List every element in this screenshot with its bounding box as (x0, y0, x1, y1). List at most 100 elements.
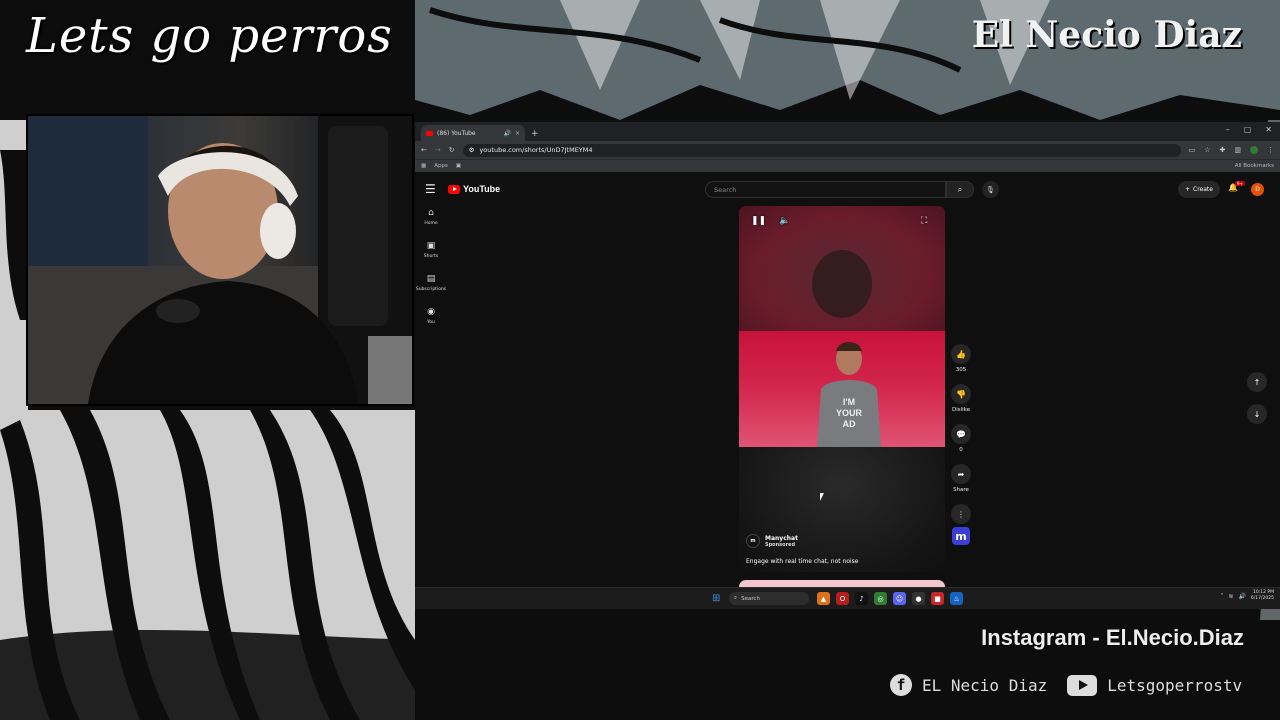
dislike-button[interactable]: 👎 (951, 384, 971, 404)
plus-icon: + (1185, 186, 1191, 193)
reload-icon[interactable]: ↻ (449, 146, 455, 154)
home-icon: ⌂ (428, 208, 434, 218)
overlay-social-links: f EL Necio Diaz Letsgoperrostv (890, 674, 1242, 696)
ad-description: Engage with real time chat, not noise (746, 558, 859, 565)
sidebar-item-label: Home (424, 221, 438, 226)
forward-icon[interactable]: → (435, 146, 441, 154)
sidebar-item-label: Subscriptions (415, 287, 447, 292)
taskbar-apps: ▲ O ♪ ◎ ☺ ● ■ ♨ (817, 592, 963, 605)
youtube-header: ☰ YouTube Search ⌕ 🎙 + Create 🔔 9+ D (415, 172, 1280, 208)
shorts-video-player[interactable]: I'M YOUR AD ❚❚ 🔈 ⛶ m Manychat Sponsored … (739, 206, 945, 572)
bookmark-star-icon[interactable]: ☆ (1204, 146, 1210, 154)
tab-title: (86) YouTube (437, 129, 476, 137)
youtube-search-input[interactable]: Search (705, 181, 946, 198)
windows-taskbar: ⊞ ⌕ Search ▲ O ♪ ◎ ☺ ● ■ ♨ ˄ ≋ 🔊 10:12 P… (415, 587, 1280, 609)
all-bookmarks[interactable]: All Bookmarks (1235, 163, 1274, 169)
vlc-app-icon[interactable]: ▲ (817, 592, 830, 605)
opera-app-icon[interactable]: O (836, 592, 849, 605)
sidebar-item-home[interactable]: ⌂ Home (415, 208, 447, 241)
search-icon[interactable]: ⌕ (946, 181, 974, 198)
cast-icon[interactable]: ▭ (1189, 146, 1196, 154)
fullscreen-icon[interactable]: ⛶ (921, 216, 927, 226)
sidebar-item-subscriptions[interactable]: ▤ Subscriptions (415, 274, 447, 307)
video-frame-top (739, 206, 945, 331)
microphone-icon[interactable]: 🎙 (982, 181, 999, 198)
create-button[interactable]: + Create (1178, 181, 1220, 198)
svg-text:YOUR: YOUR (836, 408, 863, 418)
you-icon: ◉ (427, 307, 435, 317)
windows-start-icon[interactable]: ⊞ (712, 593, 720, 604)
comment-count: 0 (959, 447, 963, 453)
manychat-logo: m (746, 534, 760, 548)
webcam-feed (28, 116, 412, 404)
site-info-icon[interactable]: ⚙ (469, 146, 475, 154)
share-button[interactable]: ➦ (951, 464, 971, 484)
side-panel-icon[interactable]: ▥ (1234, 146, 1241, 154)
chrome-app-icon[interactable]: ◎ (874, 592, 887, 605)
tab-close-icon[interactable]: × (515, 130, 520, 137)
previous-short-arrow-icon[interactable]: ↑ (1247, 372, 1267, 392)
video-frame-ad: I'M YOUR AD (739, 331, 945, 447)
channel-name: Manychat (765, 534, 798, 542)
comments-button[interactable]: 💬 (951, 424, 971, 444)
tiktok-app-icon[interactable]: ♪ (855, 592, 868, 605)
pause-icon[interactable]: ❚❚ (751, 216, 766, 226)
profile-mini-icon[interactable] (1250, 146, 1258, 154)
red-app-icon[interactable]: ■ (931, 592, 944, 605)
menu-icon[interactable]: ⋮ (1267, 146, 1274, 154)
youtube-logo-icon (448, 184, 460, 194)
sidebar-item-label: You (427, 320, 435, 325)
volume-tray-icon[interactable]: 🔊 (1238, 593, 1245, 600)
subscriptions-icon: ▤ (426, 274, 436, 284)
dislike-label: Dislike (951, 407, 971, 413)
back-icon[interactable]: ← (421, 146, 427, 154)
clock-date: 6/17/2025 (1250, 596, 1274, 601)
sidebar-item-shorts[interactable]: ▣ Shorts (415, 241, 447, 274)
channel-info[interactable]: m Manychat Sponsored (746, 534, 798, 548)
like-count: 305 (955, 367, 967, 373)
bookmark-item-icon[interactable]: ▣ (456, 163, 461, 169)
youtube-label: Letsgoperrostv (1107, 675, 1243, 695)
extensions-icon[interactable]: ✚ (1220, 146, 1226, 154)
discord-app-icon[interactable]: ☺ (893, 592, 906, 605)
overlay-stream-title: Lets go perros (26, 8, 393, 64)
youtube-logo[interactable]: YouTube (448, 184, 500, 194)
svg-text:I'M: I'M (843, 397, 855, 407)
mouse-cursor-icon (820, 493, 824, 501)
obs-app-icon[interactable]: ● (912, 592, 925, 605)
svg-text:AD: AD (843, 419, 856, 429)
hamburger-menu-icon[interactable]: ☰ (425, 182, 436, 196)
facebook-label: EL Necio Diaz (922, 675, 1048, 695)
wifi-icon[interactable]: ≋ (1228, 593, 1233, 600)
bookmarks-bar: ▦ Apps ▣ All Bookmarks (415, 159, 1280, 172)
more-options-button[interactable]: ⋮ (951, 504, 971, 524)
browser-tab-bar: (86) YouTube 🔊 × + – ▢ ✕ (415, 122, 1280, 141)
maximize-button[interactable]: ▢ (1244, 125, 1252, 134)
apps-grid-icon[interactable]: ▦ (421, 163, 426, 169)
system-tray: ˄ ≋ 🔊 10:12 PM 6/17/2025 (1220, 590, 1274, 602)
taskbar-search[interactable]: ⌕ Search (729, 592, 809, 605)
next-short-arrow-icon[interactable]: ↓ (1247, 404, 1267, 424)
taskbar-clock[interactable]: 10:12 PM 6/17/2025 (1251, 590, 1274, 602)
close-window-button[interactable]: ✕ (1265, 125, 1272, 134)
bookmark-apps[interactable]: Apps (434, 163, 448, 169)
toolbar-actions: ▭ ☆ ✚ ▥ ⋮ (1189, 146, 1274, 154)
account-avatar[interactable]: D (1251, 183, 1264, 196)
volume-icon[interactable]: 🔈 (779, 216, 790, 226)
sidebar-item-you[interactable]: ◉ You (415, 307, 447, 340)
browser-tab-youtube[interactable]: (86) YouTube 🔊 × (421, 125, 525, 141)
sponsored-label: Sponsored (765, 541, 796, 548)
manychat-ad-button[interactable]: m (952, 527, 970, 545)
steam-app-icon[interactable]: ♨ (950, 592, 963, 605)
overlay-streamer-name: El Necio Diaz (971, 14, 1242, 56)
search-icon: ⌕ (734, 595, 738, 601)
tab-audio-icon[interactable]: 🔊 (503, 130, 510, 137)
sidebar-item-label: Shorts (423, 254, 439, 259)
new-tab-button[interactable]: + (531, 129, 539, 139)
like-button[interactable]: 👍 (951, 344, 971, 364)
address-bar[interactable]: ⚙ youtube.com/shorts/UnD7JtMEYM4 (462, 143, 1181, 157)
minimize-button[interactable]: – (1226, 125, 1230, 134)
taskbar-search-label: Search (741, 595, 760, 602)
window-controls: – ▢ ✕ (1226, 125, 1272, 134)
chevron-up-icon[interactable]: ˄ (1220, 593, 1223, 600)
